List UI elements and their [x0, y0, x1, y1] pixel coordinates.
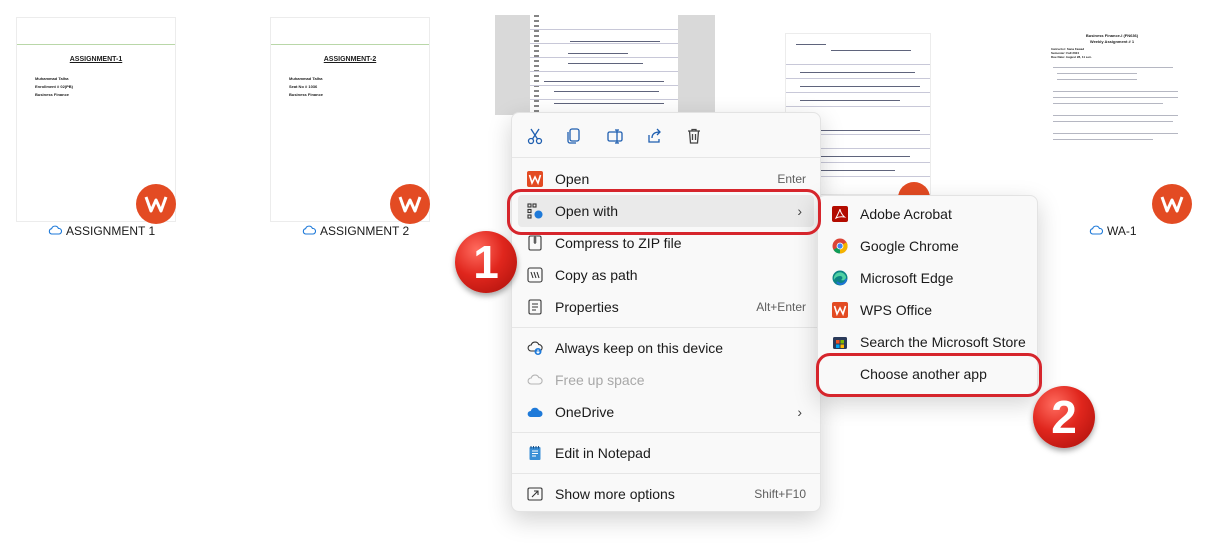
- document-text-line: Business Finance: [289, 92, 324, 97]
- menu-separator: [512, 432, 820, 433]
- step-badge-2: 2: [1033, 386, 1095, 448]
- submenu-item-adobe-acrobat[interactable]: Adobe Acrobat: [824, 198, 1031, 230]
- cloud-icon: [302, 224, 317, 238]
- file-name-label: ASSIGNMENT 1: [66, 224, 156, 238]
- share-icon[interactable]: [642, 123, 668, 149]
- menu-item-label: Compress to ZIP file: [555, 235, 682, 251]
- document-text-line: Muhammad Talha: [35, 76, 69, 81]
- edge-icon: [832, 270, 848, 286]
- menu-item-shortcut: Enter: [777, 172, 806, 186]
- menu-item-shortcut: Alt+Enter: [756, 300, 806, 314]
- menu-item-open-with[interactable]: Open with ›: [518, 195, 814, 227]
- document-text-line: Business Finance: [35, 92, 70, 97]
- wps-icon: [136, 184, 176, 224]
- cloud-icon: [48, 224, 63, 238]
- document-header-line: [271, 44, 429, 45]
- menu-separator: [512, 327, 820, 328]
- document-text-line: Seat No # 1036: [289, 84, 318, 89]
- wps-icon: [527, 171, 543, 187]
- menu-item-label: OneDrive: [555, 404, 615, 420]
- menu-item-label: Free up space: [555, 372, 645, 388]
- file-name-label: ASSIGNMENT 2: [320, 224, 410, 238]
- adobe-acrobat-icon: [832, 206, 848, 222]
- wps-office-icon: [832, 302, 848, 318]
- menu-separator: [512, 473, 820, 474]
- document-header-line: [17, 44, 175, 45]
- context-menu: Open Enter Open with › Compress to ZIP f…: [511, 112, 821, 512]
- submenu-item-label: Choose another app: [860, 366, 987, 382]
- menu-item-open[interactable]: Open Enter: [518, 163, 814, 195]
- submenu-item-microsoft-store[interactable]: Search the Microsoft Store: [824, 326, 1031, 358]
- store-icon: [832, 334, 848, 350]
- menu-item-label: Open: [555, 171, 590, 187]
- menu-item-free-up-space: Free up space: [518, 364, 814, 396]
- open-with-icon: [527, 203, 543, 219]
- menu-item-label: Edit in Notepad: [555, 445, 651, 461]
- notepad-icon: [527, 445, 543, 461]
- submenu-item-microsoft-edge[interactable]: Microsoft Edge: [824, 262, 1031, 294]
- properties-icon: [527, 299, 543, 315]
- wps-icon: [1152, 184, 1192, 224]
- menu-item-show-more-options[interactable]: Show more options Shift+F10: [518, 478, 814, 510]
- more-options-icon: [527, 486, 543, 502]
- zip-icon: [527, 235, 543, 251]
- chrome-icon: [832, 238, 848, 254]
- context-menu-toolbar: [512, 113, 820, 157]
- cloud-icon: [1089, 224, 1104, 238]
- submenu-item-label: WPS Office: [860, 302, 933, 318]
- menu-item-edit-notepad[interactable]: Edit in Notepad: [518, 437, 814, 469]
- menu-item-label: Properties: [555, 299, 619, 315]
- file-name: ASSIGNMENT 1: [48, 224, 155, 238]
- menu-item-label: Copy as path: [555, 267, 638, 283]
- step-badge-1: 1: [455, 231, 517, 293]
- menu-item-label: Show more options: [555, 486, 675, 502]
- document-subheading: Weekly Assignment # 1: [1089, 39, 1135, 44]
- document-text-line: Muhammad Talha: [289, 76, 323, 81]
- chevron-right-icon: ›: [797, 203, 802, 219]
- menu-item-label: Open with: [555, 203, 619, 219]
- menu-item-compress-zip[interactable]: Compress to ZIP file: [518, 227, 814, 259]
- wps-icon: [390, 184, 430, 224]
- cloud-icon: [527, 372, 543, 388]
- document-heading: ASSIGNMENT-2: [323, 56, 377, 63]
- cut-icon[interactable]: [522, 123, 548, 149]
- chevron-right-icon: ›: [797, 404, 802, 420]
- open-with-submenu: Adobe Acrobat Google Chrome Microsoft Ed…: [817, 195, 1038, 395]
- handwritten-thumbnail: [530, 15, 678, 115]
- document-heading: ASSIGNMENT-1: [69, 56, 123, 63]
- document-text-line: Enrollment # 02(PB): [35, 84, 74, 89]
- file-name-label: WA-1: [1107, 224, 1137, 238]
- menu-separator: [512, 157, 820, 158]
- menu-item-copy-as-path[interactable]: Copy as path: [518, 259, 814, 291]
- menu-item-onedrive[interactable]: OneDrive ›: [518, 396, 814, 428]
- cloud-download-icon: [527, 340, 543, 356]
- file-name: ASSIGNMENT 2: [302, 224, 409, 238]
- file-name: WA-1: [1089, 224, 1137, 238]
- submenu-item-label: Microsoft Edge: [860, 270, 954, 286]
- submenu-item-choose-another-app[interactable]: Choose another app: [824, 358, 1031, 390]
- onedrive-icon: [527, 404, 543, 420]
- document-text-line: Due Date: August 28, 11 a.m.: [1051, 55, 1092, 59]
- delete-icon[interactable]: [681, 123, 707, 149]
- copy-path-icon: [527, 267, 543, 283]
- submenu-item-label: Search the Microsoft Store: [860, 334, 1026, 350]
- copy-icon[interactable]: [561, 123, 587, 149]
- menu-item-always-keep[interactable]: Always keep on this device: [518, 332, 814, 364]
- document-heading: Business Finance-I (FN636): [1085, 33, 1139, 38]
- submenu-item-label: Adobe Acrobat: [860, 206, 952, 222]
- submenu-item-label: Google Chrome: [860, 238, 959, 254]
- submenu-item-google-chrome[interactable]: Google Chrome: [824, 230, 1031, 262]
- submenu-item-wps-office[interactable]: WPS Office: [824, 294, 1031, 326]
- menu-item-label: Always keep on this device: [555, 340, 724, 356]
- menu-item-properties[interactable]: Properties Alt+Enter: [518, 291, 814, 323]
- rename-icon[interactable]: [602, 123, 628, 149]
- menu-item-shortcut: Shift+F10: [754, 487, 806, 501]
